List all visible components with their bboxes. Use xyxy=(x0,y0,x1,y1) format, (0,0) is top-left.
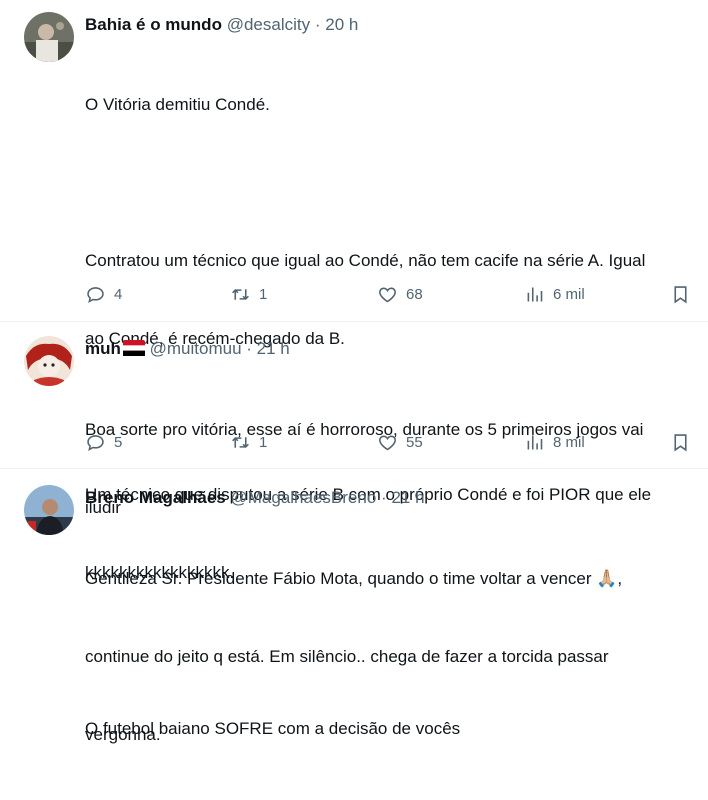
separator: · xyxy=(246,339,252,358)
tweet-line: Contratou um técnico que igual ao Condé,… xyxy=(85,251,646,270)
handle[interactable]: @MagalhaesBreno xyxy=(231,488,377,507)
bookmark-icon xyxy=(674,433,687,451)
retweet-button[interactable]: 1 xyxy=(230,429,267,455)
retweet-icon xyxy=(232,436,249,448)
retweet-icon xyxy=(232,288,249,300)
heart-icon xyxy=(379,435,396,450)
views-count: 6 mil xyxy=(553,285,585,303)
timestamp[interactable]: 21 h xyxy=(391,488,424,507)
handle[interactable]: @desalcity xyxy=(227,15,310,34)
heart-icon xyxy=(379,287,396,302)
reply-button[interactable]: 5 xyxy=(85,429,122,455)
views-button[interactable]: 8 mil xyxy=(524,429,585,455)
avatar[interactable] xyxy=(24,485,74,535)
tweet-2[interactable]: muh @muitomuu · 21 h Boa sorte pro vitór… xyxy=(0,322,708,517)
retweet-count: 1 xyxy=(259,433,268,451)
views-icon xyxy=(527,287,543,301)
tweet-header: Bahia é o mundo @desalcity · 20 h xyxy=(85,14,358,36)
bookmark-button[interactable] xyxy=(670,429,691,455)
flag-icon xyxy=(122,340,145,356)
views-button[interactable]: 6 mil xyxy=(524,281,585,307)
tweet-header: Breno Magalhães @MagalhaesBreno · 21 h xyxy=(85,487,425,509)
action-bar: 5 1 55 8 mil xyxy=(85,429,708,455)
display-name[interactable]: Breno Magalhães xyxy=(85,488,226,507)
reply-icon xyxy=(87,286,104,303)
tweet-line: Gentileza Sr. Presidente Fábio Mota, qua… xyxy=(85,569,623,588)
display-name[interactable]: muh xyxy=(85,339,121,358)
reply-count: 5 xyxy=(114,433,123,451)
tweet-text: Gentileza Sr. Presidente Fábio Mota, qua… xyxy=(85,514,708,800)
tweet-line: O Vitória demitiu Condé. xyxy=(85,95,270,114)
like-button[interactable]: 68 xyxy=(377,281,423,307)
reply-count: 4 xyxy=(114,285,123,303)
separator: · xyxy=(314,15,321,34)
like-count: 55 xyxy=(406,433,423,451)
retweet-button[interactable]: 1 xyxy=(230,281,267,307)
retweet-count: 1 xyxy=(259,285,268,303)
like-button[interactable]: 55 xyxy=(377,429,423,455)
tweet-line: vergonha. xyxy=(85,725,161,744)
reply-button[interactable]: 4 xyxy=(85,281,122,307)
timestamp[interactable]: 20 h xyxy=(325,15,358,34)
like-count: 68 xyxy=(406,285,423,303)
tweet-1[interactable]: Bahia é o mundo @desalcity · 20 h O Vitó… xyxy=(0,0,708,738)
views-count: 8 mil xyxy=(553,433,585,451)
bookmark-icon xyxy=(674,285,687,303)
display-name[interactable]: Bahia é o mundo xyxy=(85,15,222,34)
tweet-line: continue do jeito q está. Em silêncio.. … xyxy=(85,647,609,666)
reply-icon xyxy=(87,434,104,451)
handle[interactable]: @muitomuu xyxy=(150,339,242,358)
timestamp[interactable]: 21 h xyxy=(257,339,290,358)
avatar[interactable] xyxy=(24,336,74,386)
separator: · xyxy=(381,488,387,507)
tweet-line xyxy=(85,170,708,196)
action-bar: 4 1 68 6 mil xyxy=(85,281,708,307)
views-icon xyxy=(527,435,543,449)
tweet-3[interactable]: Breno Magalhães @MagalhaesBreno · 21 h G… xyxy=(0,469,708,744)
tweet-header: muh @muitomuu · 21 h xyxy=(85,338,290,360)
bookmark-button[interactable] xyxy=(670,281,691,307)
avatar[interactable] xyxy=(24,12,74,62)
